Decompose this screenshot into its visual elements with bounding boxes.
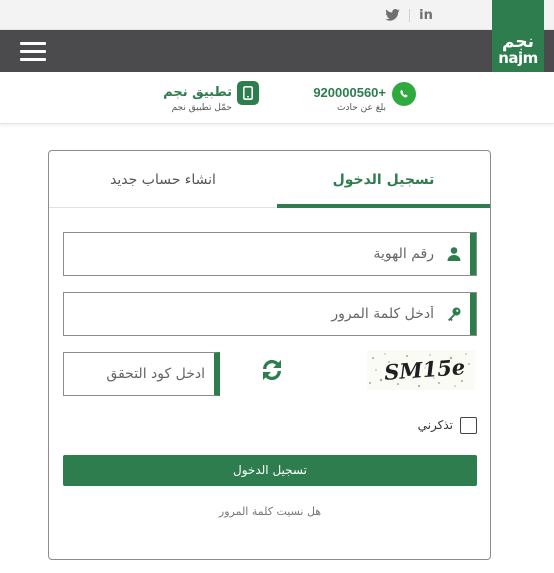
tab-login-label: تسجيل الدخول [332, 172, 435, 188]
linkedin-icon[interactable]: in [418, 8, 434, 23]
phone-caption: بلغ عن حادث [336, 103, 386, 113]
phone-number[interactable]: 920000560+ [300, 85, 386, 100]
social-divider [409, 9, 410, 22]
national-id-field [63, 232, 477, 276]
social-bar: in [0, 0, 554, 30]
hamburger-menu-icon[interactable] [20, 42, 46, 62]
user-icon [447, 247, 461, 261]
tab-login[interactable]: تسجيل الدخول [277, 151, 490, 208]
app-title[interactable]: تطبيق نجم [140, 85, 232, 100]
menu-line [20, 42, 46, 45]
menu-line [20, 50, 46, 53]
auth-tabs: تسجيل الدخول انشاء حساب جديد [49, 151, 490, 208]
logo-english-text: najm [498, 49, 538, 67]
top-header [0, 30, 554, 72]
active-tab-indicator [277, 204, 490, 208]
refresh-captcha-icon[interactable] [257, 355, 287, 385]
national-id-input[interactable] [64, 233, 436, 275]
password-input[interactable] [64, 293, 436, 335]
menu-line [20, 58, 46, 61]
password-field [63, 292, 477, 336]
whatsapp-icon[interactable] [392, 82, 416, 106]
remember-me: تذكرني [395, 415, 477, 435]
tab-register[interactable]: انشاء حساب جديد [49, 151, 277, 208]
twitter-icon[interactable] [384, 8, 400, 22]
info-bar: 920000560+ بلغ عن حادث تطبيق نجم حمّل تط… [0, 72, 554, 124]
tab-register-label: انشاء حساب جديد [110, 172, 216, 188]
najm-logo[interactable]: نجم najm [492, 0, 544, 72]
captcha-field [63, 352, 220, 396]
login-button[interactable]: تسجيل الدخول [63, 455, 477, 486]
page: in نجم najm 920000560+ بلغ عن حادث تطبيق… [0, 0, 554, 573]
key-icon [448, 307, 461, 322]
remember-me-checkbox[interactable] [460, 417, 477, 434]
user-icon-box [440, 233, 476, 275]
app-caption: حمّل تطبيق نجم [171, 103, 232, 113]
login-card: تسجيل الدخول انشاء حساب جديد رقم الهوية … [48, 150, 491, 560]
forgot-password-link[interactable]: هل نسيت كلمة المرور [63, 505, 477, 518]
captcha-image: SM15e [367, 350, 475, 390]
remember-me-label: تذكرني [417, 418, 453, 432]
mobile-app-icon[interactable] [237, 81, 259, 105]
key-icon-box [440, 293, 476, 335]
captcha-input[interactable] [64, 353, 209, 395]
